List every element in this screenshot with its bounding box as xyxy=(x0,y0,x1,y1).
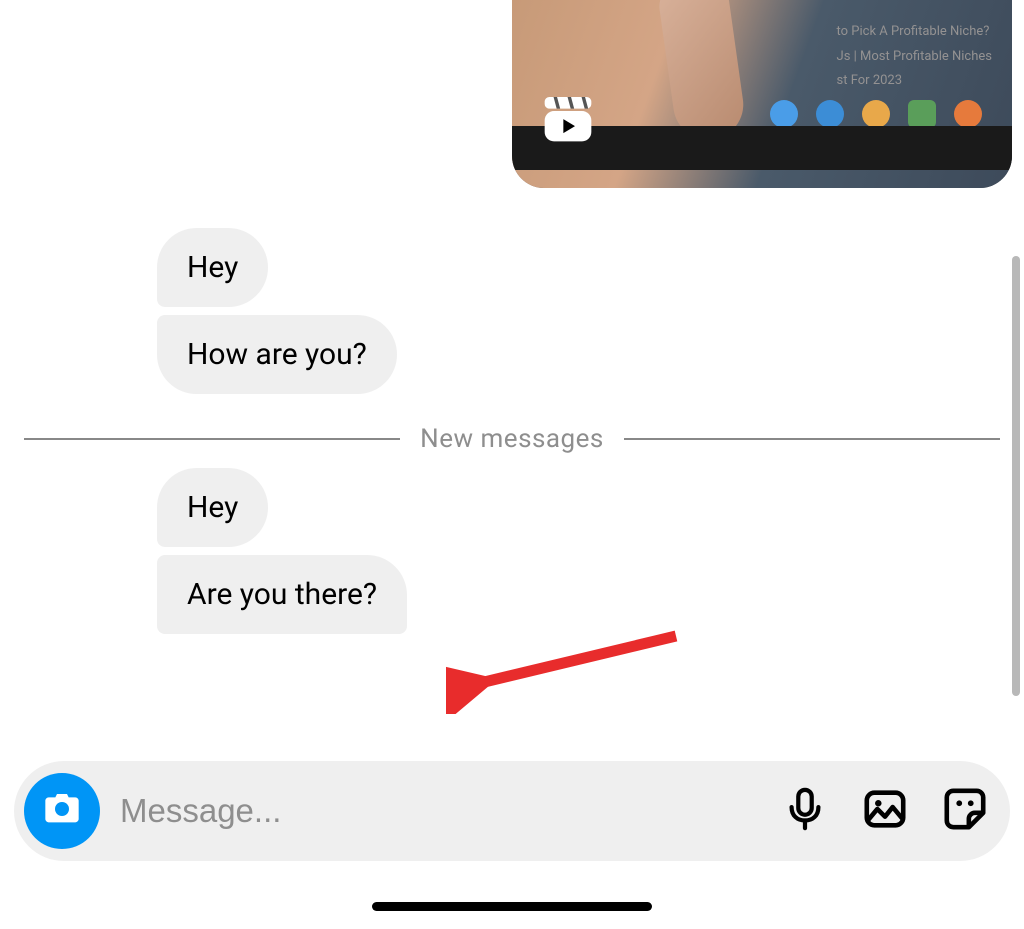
received-message-bubble[interactable]: Are you there? xyxy=(157,555,407,634)
received-message-bubble[interactable]: How are you? xyxy=(157,315,397,394)
message-composer xyxy=(14,761,1010,861)
divider-line xyxy=(624,438,1000,440)
message-group-2: Hey Are you there? xyxy=(12,468,1012,642)
microphone-icon xyxy=(782,786,828,836)
reels-icon xyxy=(540,90,596,146)
message-group-1: Hey How are you? xyxy=(12,228,1012,402)
sticker-button[interactable] xyxy=(940,786,990,836)
new-messages-divider: New messages xyxy=(24,424,1000,454)
received-message-bubble[interactable]: Hey xyxy=(157,228,268,307)
gallery-icon xyxy=(862,786,908,836)
message-input[interactable] xyxy=(120,792,780,830)
voice-message-button[interactable] xyxy=(780,786,830,836)
reel-visible-text: to Pick A Profitable Niche? Js | Most Pr… xyxy=(837,20,992,94)
camera-button[interactable] xyxy=(24,773,100,849)
sticker-icon xyxy=(942,786,988,836)
home-indicator[interactable] xyxy=(372,902,652,911)
reel-message-thumbnail[interactable]: to Pick A Profitable Niche? Js | Most Pr… xyxy=(512,0,1012,188)
received-message-bubble[interactable]: Hey xyxy=(157,468,268,547)
divider-label: New messages xyxy=(420,424,604,454)
camera-icon xyxy=(42,789,82,833)
messages-scroll-area[interactable]: to Pick A Profitable Niche? Js | Most Pr… xyxy=(12,0,1012,761)
chat-screen: to Pick A Profitable Niche? Js | Most Pr… xyxy=(0,0,1024,929)
scrollbar-thumb[interactable] xyxy=(1012,256,1020,696)
divider-line xyxy=(24,438,400,440)
gallery-button[interactable] xyxy=(860,786,910,836)
